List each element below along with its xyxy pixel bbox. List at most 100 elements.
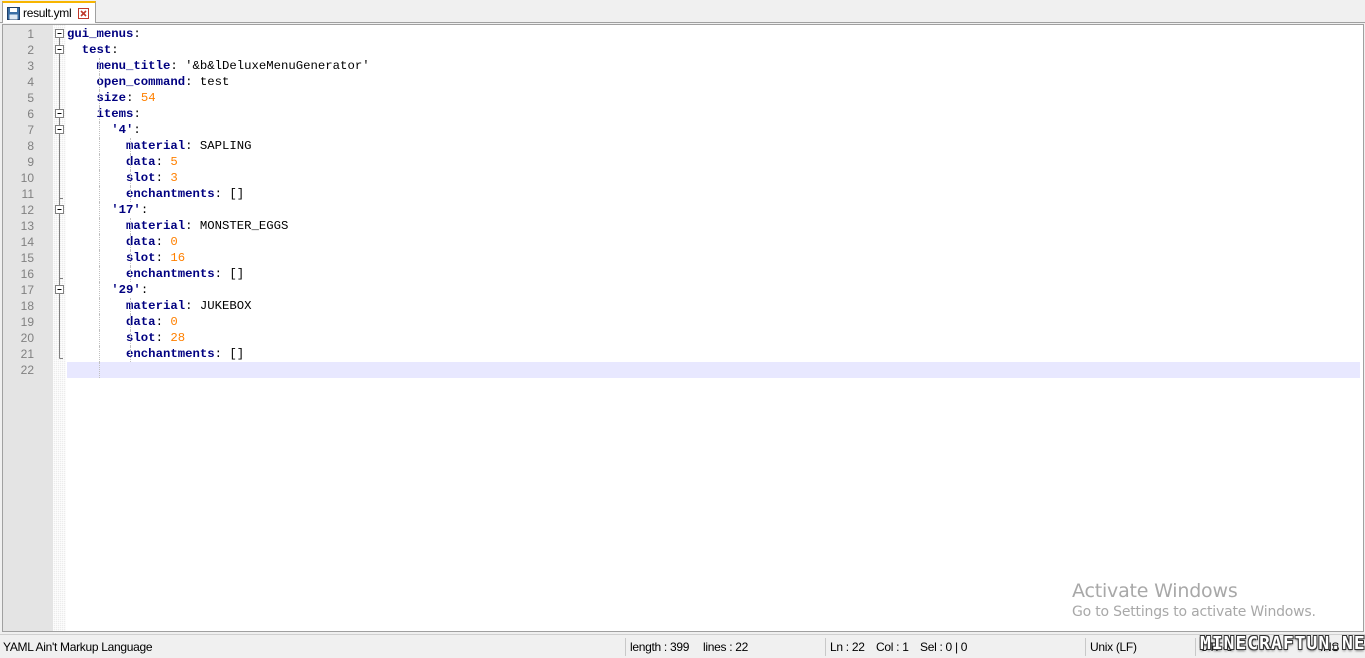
yaml-punctuation: : bbox=[133, 107, 141, 121]
code-line[interactable]: 8 material: SAPLING bbox=[3, 138, 1363, 154]
fold-line-icon bbox=[59, 90, 60, 106]
line-number: 3 bbox=[27, 59, 34, 73]
code-text[interactable]: slot: 28 bbox=[67, 330, 1360, 346]
line-number: 18 bbox=[20, 299, 34, 313]
status-length: length : 399 bbox=[630, 640, 690, 654]
code-text[interactable]: material: JUKEBOX bbox=[67, 298, 1360, 314]
line-number: 20 bbox=[20, 331, 34, 345]
yaml-punctuation: : bbox=[170, 59, 186, 73]
fold-collapse-icon[interactable] bbox=[54, 106, 65, 122]
code-line[interactable]: 9 data: 5 bbox=[3, 154, 1363, 170]
status-ln: Ln : 22 bbox=[830, 640, 865, 654]
code-text[interactable] bbox=[67, 362, 1360, 378]
indent-guide bbox=[98, 218, 100, 234]
yaml-number: 28 bbox=[170, 331, 186, 345]
code-text[interactable]: material: MONSTER_EGGS bbox=[67, 218, 1360, 234]
code-line[interactable]: 20 slot: 28 bbox=[3, 330, 1363, 346]
code-text[interactable]: '29': bbox=[67, 282, 1360, 298]
code-line[interactable]: 12 '17': bbox=[3, 202, 1363, 218]
code-text[interactable]: items: bbox=[67, 106, 1360, 122]
code-line[interactable]: 3 menu_title: '&b&lDeluxeMenuGenerator' bbox=[3, 58, 1363, 74]
yaml-punctuation: : bbox=[155, 235, 171, 249]
code-text[interactable]: gui_menus: bbox=[67, 26, 1360, 42]
yaml-number: 0 bbox=[170, 235, 178, 249]
code-line[interactable]: 6 items: bbox=[3, 106, 1363, 122]
activate-windows-watermark: Activate Windows Go to Settings to activ… bbox=[1072, 580, 1316, 620]
code-text[interactable]: test: bbox=[67, 42, 1360, 58]
fold-line-icon bbox=[59, 330, 60, 346]
code-line[interactable]: 13 material: MONSTER_EGGS bbox=[3, 218, 1363, 234]
code-text[interactable]: data: 5 bbox=[67, 154, 1360, 170]
code-line[interactable]: 11 enchantments: [] bbox=[3, 186, 1363, 202]
code-text[interactable]: '4': bbox=[67, 122, 1360, 138]
yaml-punctuation: : bbox=[133, 123, 141, 137]
code-text[interactable]: open_command: test bbox=[67, 74, 1360, 90]
code-text[interactable]: size: 54 bbox=[67, 90, 1360, 106]
line-number: 4 bbox=[27, 75, 34, 89]
code-line[interactable]: 1 gui_menus: bbox=[3, 26, 1363, 42]
line-number: 11 bbox=[21, 187, 34, 201]
code-text[interactable]: enchantments: [] bbox=[67, 346, 1360, 362]
code-line[interactable]: 5 size: 54 bbox=[3, 90, 1363, 106]
code-text[interactable]: menu_title: '&b&lDeluxeMenuGenerator' bbox=[67, 58, 1360, 74]
indent-guide bbox=[98, 266, 100, 282]
fold-line-icon bbox=[59, 58, 60, 74]
code-line[interactable]: 4 open_command: test bbox=[3, 74, 1363, 90]
indent-guide bbox=[130, 154, 132, 170]
code-text[interactable]: enchantments: [] bbox=[67, 186, 1360, 202]
yaml-key: items bbox=[96, 107, 134, 121]
yaml-punctuation: : bbox=[155, 171, 171, 185]
line-number: 13 bbox=[20, 219, 34, 233]
status-language: YAML Ain't Markup Language bbox=[3, 640, 153, 654]
code-text[interactable]: slot: 16 bbox=[67, 250, 1360, 266]
code-line[interactable]: 14 data: 0 bbox=[3, 234, 1363, 250]
fold-collapse-icon[interactable] bbox=[54, 282, 65, 298]
yaml-key: enchantments bbox=[126, 267, 215, 281]
code-line[interactable]: 21 enchantments: [] bbox=[3, 346, 1363, 362]
code-text[interactable]: data: 0 bbox=[67, 314, 1360, 330]
line-number: 6 bbox=[27, 107, 34, 121]
code-lines[interactable]: 1 gui_menus: 2 test: 3 menu_title: '&b&lDel… bbox=[3, 26, 1363, 378]
line-number: 16 bbox=[20, 267, 34, 281]
fold-collapse-icon[interactable] bbox=[54, 26, 65, 42]
code-text[interactable]: slot: 3 bbox=[67, 170, 1360, 186]
yaml-key: material bbox=[126, 139, 186, 153]
code-line[interactable]: 17 '29': bbox=[3, 282, 1363, 298]
code-text[interactable]: enchantments: [] bbox=[67, 266, 1360, 282]
code-editor[interactable]: 1 gui_menus: 2 test: 3 menu_title: '&b&lDel… bbox=[2, 24, 1364, 632]
indent-guide bbox=[130, 298, 132, 314]
yaml-number: 16 bbox=[170, 251, 186, 265]
code-line[interactable]: 7 '4': bbox=[3, 122, 1363, 138]
tab-result-yml[interactable]: result.yml bbox=[2, 1, 97, 23]
fold-collapse-icon[interactable] bbox=[54, 42, 65, 58]
yaml-punctuation: : bbox=[185, 139, 200, 153]
code-line[interactable]: 16 enchantments: [] bbox=[3, 266, 1363, 282]
code-line[interactable]: 10 slot: 3 bbox=[3, 170, 1363, 186]
code-line[interactable]: 22 bbox=[3, 362, 1363, 378]
code-line[interactable]: 15 slot: 16 bbox=[3, 250, 1363, 266]
indent-guide bbox=[98, 58, 100, 74]
code-text[interactable]: data: 0 bbox=[67, 234, 1360, 250]
fold-collapse-icon[interactable] bbox=[54, 122, 65, 138]
indent-guide bbox=[98, 330, 100, 346]
fold-collapse-icon[interactable] bbox=[54, 202, 65, 218]
fold-line-icon bbox=[59, 154, 60, 170]
code-line[interactable]: 19 data: 0 bbox=[3, 314, 1363, 330]
status-bar: YAML Ain't Markup Language length : 399 … bbox=[0, 634, 1365, 658]
close-icon[interactable] bbox=[78, 7, 90, 19]
yaml-key: enchantments bbox=[126, 187, 215, 201]
yaml-number: 0 bbox=[170, 315, 178, 329]
code-text[interactable]: '17': bbox=[67, 202, 1360, 218]
status-eol: Unix (LF) bbox=[1090, 640, 1137, 654]
yaml-key: enchantments bbox=[126, 347, 215, 361]
yaml-key: '17' bbox=[111, 203, 141, 217]
code-line[interactable]: 2 test: bbox=[3, 42, 1363, 58]
code-line[interactable]: 18 material: JUKEBOX bbox=[3, 298, 1363, 314]
yaml-key: test bbox=[81, 43, 112, 57]
indent-guide bbox=[98, 298, 100, 314]
code-text[interactable]: material: SAPLING bbox=[67, 138, 1360, 154]
